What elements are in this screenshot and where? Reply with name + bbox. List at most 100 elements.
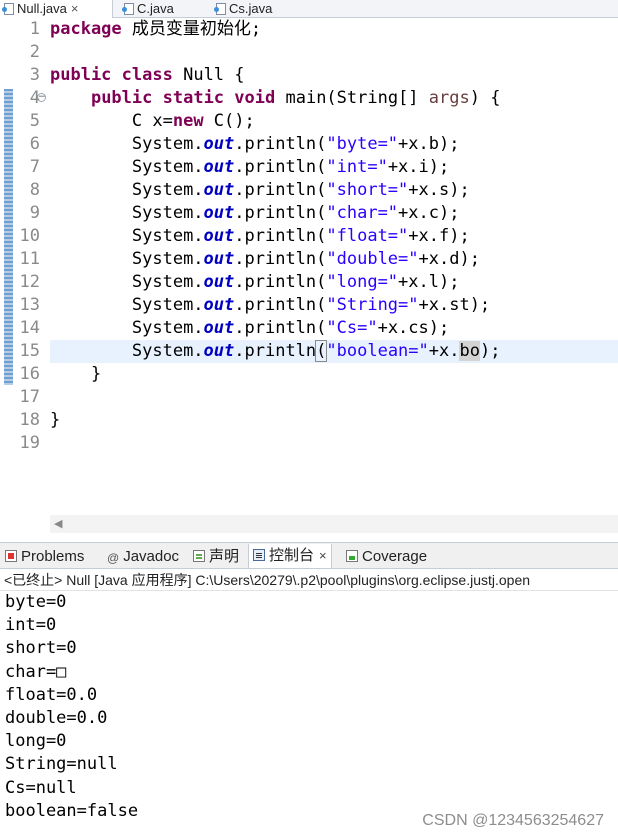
- keyword: class: [121, 65, 173, 85]
- code-editor[interactable]: − 1 2 3 4 5 6 7 8 9 10 11 12 13 14 15 16…: [0, 18, 618, 538]
- console-line: float=0.0: [5, 684, 98, 705]
- static-field: out: [203, 295, 235, 315]
- line-number: 13: [19, 295, 40, 315]
- line-number: 1: [29, 19, 40, 39]
- problems-icon: [5, 550, 17, 562]
- scroll-left-icon[interactable]: ◀: [54, 517, 62, 530]
- line-number: 5: [29, 111, 40, 131]
- console-icon: [253, 549, 265, 561]
- matching-bracket: (: [315, 340, 328, 362]
- line-number: 2: [29, 42, 40, 62]
- code-line[interactable]: }: [50, 363, 618, 386]
- tab-label: 控制台: [269, 547, 315, 564]
- line-number: 14: [19, 318, 40, 338]
- static-field: out: [203, 134, 235, 154]
- code-text: System.: [131, 272, 204, 292]
- string-literal: "long=": [326, 272, 399, 292]
- console-line: char=□: [5, 661, 67, 682]
- code-line[interactable]: System.out.println("byte="+x.b);: [50, 133, 618, 156]
- code-line[interactable]: public static void main(String[] args) {: [50, 87, 618, 110]
- static-field: out: [203, 157, 235, 177]
- tab-declaration[interactable]: 声明: [193, 548, 239, 566]
- code-text: +x.st);: [418, 295, 491, 315]
- console-line: String=null: [5, 754, 118, 775]
- code-line[interactable]: System.out.println("long="+x.l);: [50, 271, 618, 294]
- code-text: .println(: [234, 134, 327, 154]
- code-text: +x.i);: [387, 157, 450, 177]
- code-text: +x.s);: [408, 180, 470, 200]
- line-number: 8: [29, 180, 40, 200]
- code-line[interactable]: System.out.println("short="+x.s);: [50, 179, 618, 202]
- console-line: int=0: [5, 615, 57, 636]
- tab-label: Cs.java: [229, 1, 273, 16]
- code-text: ) {: [469, 88, 501, 108]
- java-file-icon: [122, 3, 134, 15]
- code-text: System.: [131, 295, 204, 315]
- tab-cs-java[interactable]: Cs.java: [212, 0, 302, 18]
- line-number: 19: [19, 433, 40, 453]
- code-line-current[interactable]: System.out.println("boolean="+x.bo);: [50, 340, 618, 363]
- tab-coverage[interactable]: Coverage: [346, 548, 427, 566]
- code-text: .println(: [234, 157, 327, 177]
- change-ruler: [4, 89, 13, 385]
- code-line[interactable]: System.out.println("char="+x.c);: [50, 202, 618, 225]
- keyword: public: [50, 65, 112, 85]
- string-literal: "byte=": [326, 134, 399, 154]
- static-field: out: [203, 249, 235, 269]
- code-line[interactable]: [50, 386, 618, 409]
- code-text: +x.b);: [398, 134, 460, 154]
- line-number: 6: [29, 134, 40, 154]
- code-line[interactable]: System.out.println("Cs="+x.cs);: [50, 317, 618, 340]
- tab-label: C.java: [137, 1, 174, 16]
- code-line[interactable]: C x=new C();: [50, 110, 618, 133]
- static-field: out: [203, 226, 235, 246]
- code-text: System.: [131, 134, 204, 154]
- java-file-icon: [2, 3, 14, 15]
- code-line[interactable]: [50, 41, 618, 64]
- watermark: CSDN @1234563254627: [422, 812, 604, 829]
- code-line[interactable]: System.out.println("String="+x.st);: [50, 294, 618, 317]
- tab-label: Problems: [21, 548, 85, 565]
- string-literal: "boolean=": [326, 341, 429, 361]
- console-line: byte=0: [5, 592, 67, 612]
- string-literal: "short=": [326, 180, 409, 200]
- line-number: 12: [19, 272, 40, 292]
- tab-null-java[interactable]: Null.java ×: [0, 0, 113, 18]
- line-number: 9: [29, 203, 40, 223]
- code-line[interactable]: [50, 432, 618, 455]
- string-literal: "int=": [326, 157, 388, 177]
- static-field: out: [203, 203, 235, 223]
- close-icon[interactable]: ×: [319, 548, 327, 563]
- close-icon[interactable]: ×: [71, 1, 79, 16]
- javadoc-icon: @: [107, 551, 120, 565]
- tab-javadoc[interactable]: @ Javadoc: [107, 548, 179, 566]
- string-literal: "String=": [326, 295, 419, 315]
- static-field: out: [203, 180, 235, 200]
- tab-label: Javadoc: [123, 548, 180, 565]
- tab-problems[interactable]: Problems: [5, 548, 84, 566]
- code-line[interactable]: System.out.println("int="+x.i);: [50, 156, 618, 179]
- horizontal-scrollbar[interactable]: ◀: [50, 515, 618, 533]
- code-text: System.: [131, 157, 204, 177]
- code-line[interactable]: System.out.println("float="+x.f);: [50, 225, 618, 248]
- static-field: out: [203, 318, 235, 338]
- java-file-icon: [214, 3, 226, 15]
- coverage-icon: [346, 550, 358, 562]
- code-text: +x.d);: [418, 249, 480, 269]
- code-text: System.: [131, 203, 204, 223]
- code-text: Null {: [172, 65, 245, 85]
- tab-console[interactable]: 控制台 ×: [248, 544, 332, 568]
- code-line[interactable]: package 成员变量初始化;: [50, 18, 618, 41]
- code-text: .println(: [234, 295, 327, 315]
- code-line[interactable]: public class Null {: [50, 64, 618, 87]
- console-output[interactable]: byte=0 int=0 short=0 char=□ float=0.0 do…: [0, 591, 618, 838]
- code-lines[interactable]: package 成员变量初始化; public class Null { pub…: [50, 18, 618, 455]
- code-line[interactable]: }: [50, 409, 618, 432]
- code-line[interactable]: System.out.println("double="+x.d);: [50, 248, 618, 271]
- string-literal: "float=": [326, 226, 409, 246]
- editor-tab-bar: Null.java × C.java Cs.java: [0, 0, 618, 18]
- code-text: System.: [131, 226, 204, 246]
- console-line: short=0: [5, 638, 77, 659]
- code-text: }: [50, 410, 61, 430]
- tab-c-java[interactable]: C.java: [120, 0, 210, 18]
